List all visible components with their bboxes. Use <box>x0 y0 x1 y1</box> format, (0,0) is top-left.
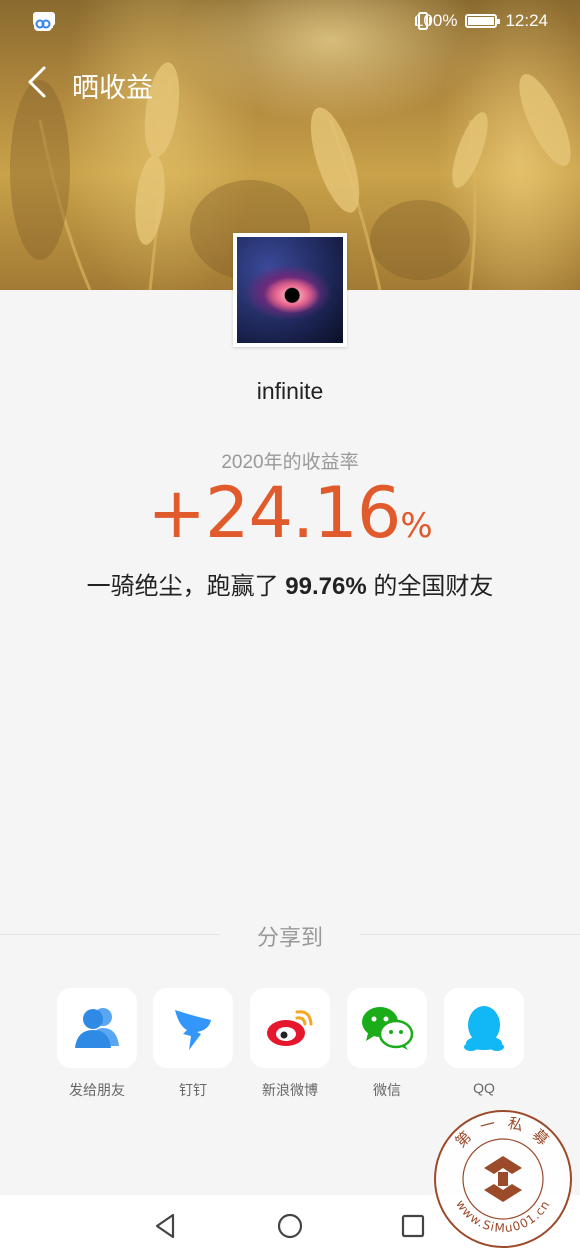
circle-home-icon <box>277 1213 303 1239</box>
rate-label: 2020年的收益率 <box>221 452 359 473</box>
top-bar: 晒收益 <box>0 52 580 112</box>
share-header: 分享到 <box>0 920 580 950</box>
rate-value-block: +24.16% <box>0 472 580 554</box>
battery-icon <box>465 14 501 28</box>
share-title: 分享到 <box>256 925 323 950</box>
share-dingtalk-button[interactable]: 钉钉 <box>153 988 233 1100</box>
qq-icon <box>464 1006 504 1051</box>
username: infinite <box>256 378 324 404</box>
share-label: 发给朋友 <box>69 1082 125 1098</box>
share-friends-button[interactable]: 发给朋友 <box>57 988 137 1100</box>
share-label: 新浪微博 <box>262 1082 318 1098</box>
share-label: 微信 <box>373 1082 401 1098</box>
share-label: QQ <box>473 1080 495 1096</box>
beat-message: 一骑绝尘，跑赢了 99.76% 的全国财友 <box>0 566 580 601</box>
nav-recents-button[interactable] <box>398 1211 428 1241</box>
wechat-icon <box>362 1007 414 1050</box>
page-title: 晒收益 <box>72 73 153 103</box>
dingtalk-icon <box>175 1010 211 1050</box>
friends-icon <box>75 1008 119 1048</box>
vibrate-icon <box>414 12 431 30</box>
share-options: 发给朋友 钉钉 新浪微博 微信 QQ <box>57 988 527 1108</box>
share-wechat-button[interactable]: 微信 <box>347 988 427 1100</box>
beat-suffix: 的全国财友 <box>366 573 494 600</box>
rate-unit: % <box>400 506 433 546</box>
share-qq-button[interactable]: QQ <box>444 988 524 1096</box>
triangle-back-icon <box>155 1213 175 1239</box>
watermark-seal: 第 一 私 募 www.SiMu001.cn <box>434 1110 572 1248</box>
status-bar: HD <box>0 0 580 44</box>
clock: 12:24 <box>505 11 548 30</box>
share-label: 钉钉 <box>179 1082 207 1098</box>
app-notification-2-icon <box>34 13 52 31</box>
nav-back-button[interactable] <box>151 1211 181 1241</box>
rate-value: +24.16 <box>147 472 401 554</box>
avatar-image <box>237 237 343 343</box>
avatar <box>233 233 347 347</box>
beat-prefix: 一骑绝尘，跑赢了 <box>86 573 286 600</box>
share-weibo-button[interactable]: 新浪微博 <box>250 988 330 1100</box>
chevron-left-icon <box>28 66 46 98</box>
square-recents-icon <box>401 1214 425 1238</box>
back-button[interactable] <box>20 60 56 104</box>
weibo-icon <box>267 1010 313 1046</box>
nav-home-button[interactable] <box>275 1211 305 1241</box>
beat-percent: 99.76% <box>285 573 367 600</box>
